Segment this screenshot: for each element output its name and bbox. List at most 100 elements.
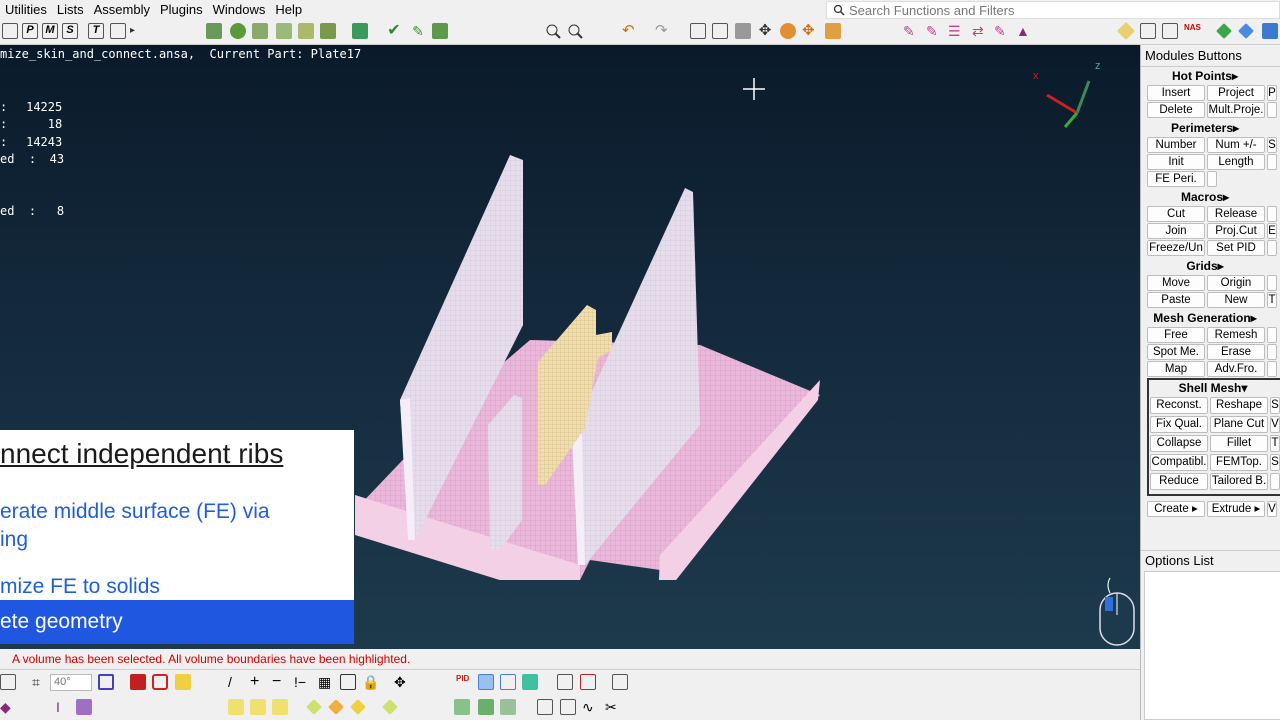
group-title[interactable]: Perimeters▸ [1141,120,1269,137]
check-icon[interactable]: ✔ [386,23,402,39]
move-icon[interactable]: ✥ [394,674,410,690]
module-button[interactable]: Tailored B. [1210,473,1268,490]
orange-tool-icon[interactable] [780,23,796,39]
module-button[interactable]: Reconst. [1150,397,1208,414]
move-icon[interactable]: ✥ [757,23,773,39]
zoom-icon[interactable] [567,23,583,39]
tool-icon[interactable] [298,23,314,39]
graphics-viewport[interactable]: mize_skin_and_connect.ansa, Current Part… [0,45,1140,649]
menu-lists[interactable]: Lists [52,0,89,19]
polygon-select-icon[interactable] [152,674,168,690]
tag-icon[interactable] [1116,21,1136,41]
module-button[interactable] [1267,154,1277,170]
module-button[interactable]: Map [1147,361,1205,377]
module-button[interactable]: Erase [1207,344,1265,360]
p-icon[interactable]: P [22,23,38,39]
menu-utilities[interactable]: Utilities [0,0,52,19]
red-select-icon[interactable] [130,674,146,690]
grid-icon[interactable] [76,699,92,715]
menu-plugins[interactable]: Plugins [155,0,208,19]
module-button[interactable]: Origin [1207,275,1265,291]
green-tool-icon[interactable] [454,699,470,715]
module-button[interactable]: Freeze/Un [1147,240,1205,256]
mesh-icon[interactable] [1162,23,1178,39]
green-tool-icon[interactable] [500,699,516,715]
group-title[interactable]: Macros▸ [1141,189,1269,206]
module-button[interactable]: S [1270,454,1280,471]
cube-icon[interactable] [500,674,516,690]
tool-icon[interactable] [432,23,448,39]
module-button[interactable]: T [1267,292,1277,308]
module-button[interactable]: Number [1147,137,1205,153]
module-button[interactable]: Release [1207,206,1265,222]
module-button[interactable]: Reduce [1150,473,1208,490]
t-icon[interactable]: T [88,23,104,39]
module-button[interactable] [1267,240,1277,256]
copy-icon[interactable] [110,23,126,39]
tool-icon[interactable] [252,23,268,39]
yellow-tool-icon[interactable] [250,699,266,715]
options-list[interactable] [1144,571,1280,720]
step-item[interactable]: erate middle surface (FE) via [0,500,270,524]
module-button[interactable]: Spot Me. [1147,344,1205,360]
box-select-icon[interactable] [98,674,114,690]
module-button[interactable]: New [1207,292,1265,308]
module-button[interactable]: Fix Qual. [1150,416,1208,433]
tool-icon[interactable] [352,23,368,39]
module-button[interactable]: Remesh [1207,327,1265,343]
module-button[interactable] [1267,344,1277,360]
frame-icon[interactable] [340,674,356,690]
module-button[interactable]: Plane Cut [1210,416,1268,433]
tool-icon[interactable] [276,23,292,39]
module-button[interactable]: FEMTop. [1210,454,1268,471]
module-button[interactable]: Insert [1147,85,1205,101]
highlight-icon[interactable] [175,674,191,690]
cube-icon[interactable] [478,674,494,690]
wrench-icon[interactable]: ✎ [903,23,919,39]
tag-icon[interactable] [350,699,366,715]
mesh-icon[interactable] [580,674,596,690]
mesh-icon[interactable] [557,674,573,690]
create-button[interactable]: Create ▸ [1147,501,1205,517]
menu-assembly[interactable]: Assembly [89,0,155,19]
tool-icon[interactable] [206,23,222,39]
cut-icon[interactable]: ✂ [605,699,621,715]
fe-model[interactable] [340,100,830,580]
plus-icon[interactable]: + [250,674,266,690]
search-field[interactable]: Search Functions and Filters [826,1,1280,19]
blue-tag-icon[interactable] [1238,23,1254,39]
module-button[interactable]: Join [1147,223,1205,239]
undo-icon[interactable]: ↶ [622,23,638,39]
beam-icon[interactable]: I [56,699,72,715]
module-button[interactable]: Proj.Cut [1207,223,1265,239]
angle-field[interactable]: 40° [50,674,92,691]
wrench-icon[interactable]: ☰ [948,23,964,39]
step-item[interactable]: mize FE to solids [0,575,160,599]
filter-icon[interactable] [612,674,628,690]
group-title[interactable]: Grids▸ [1141,258,1269,275]
ruler-icon[interactable] [560,699,576,715]
move-icon[interactable]: ✥ [802,23,818,39]
orange-tool-icon[interactable] [825,23,841,39]
mesh-icon[interactable] [1140,23,1156,39]
lock-icon[interactable]: 🔒 [362,674,379,690]
wrench-icon[interactable]: ✎ [926,23,942,39]
yellow-tool-icon[interactable] [272,699,288,715]
extrude-button[interactable]: Extrude ▸ [1207,501,1265,517]
module-button[interactable]: Project [1207,85,1265,101]
tag-icon[interactable]: ⌗ [32,674,48,690]
module-button[interactable] [1267,275,1277,291]
module-button[interactable]: Num +/- [1207,137,1265,153]
shape-icon[interactable]: ◆ [0,699,16,715]
pencil-icon[interactable]: ✎ [410,23,426,39]
module-button[interactable]: P [1267,85,1277,101]
select-icon[interactable] [0,674,16,690]
chevron-right-icon[interactable]: ▸ [130,25,135,36]
module-button[interactable]: E [1267,223,1277,239]
module-button[interactable]: Cut [1147,206,1205,222]
module-button[interactable]: Length [1207,154,1265,170]
module-button[interactable]: T [1270,435,1280,452]
menu-help[interactable]: Help [270,0,307,19]
module-button[interactable] [1270,473,1280,490]
menu-windows[interactable]: Windows [208,0,271,19]
